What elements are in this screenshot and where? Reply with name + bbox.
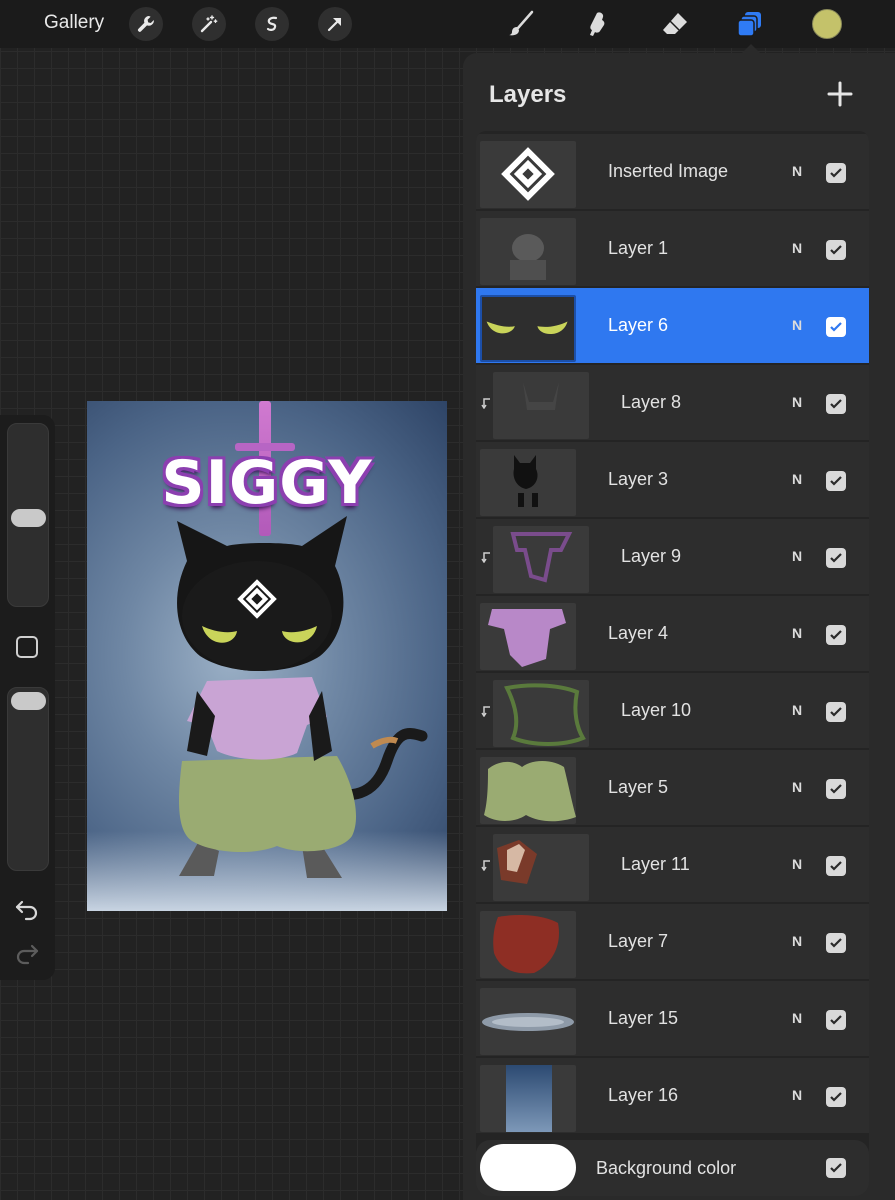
brush-size-slider-thumb[interactable] [11,509,46,527]
layer-name: Layer 9 [621,546,682,566]
blend-mode-button[interactable]: N [792,702,802,718]
layers-list: Inserted Image N Layer 1 N Layer 6 N Lay… [476,131,869,1181]
layer-name: Layer 8 [621,392,682,412]
layer-name: Layer 6 [608,315,669,335]
layer-row-layer-16[interactable]: Layer 16 N [476,1058,869,1133]
layer-row-layer-10[interactable]: Layer 10 N [476,673,869,748]
transform-arrow-icon[interactable] [318,7,352,41]
selection-icon[interactable] [255,7,289,41]
layer-thumbnail [480,757,576,824]
layer-row-layer-7[interactable]: Layer 7 N [476,904,869,979]
clipping-mask-icon [481,550,491,564]
background-color-swatch[interactable] [480,1144,576,1191]
visibility-checkbox[interactable] [826,317,846,337]
blend-mode-button[interactable]: N [792,240,802,256]
layer-row-layer-15[interactable]: Layer 15 N [476,981,869,1056]
layer-name: Layer 4 [608,623,669,643]
brush-icon[interactable] [504,7,538,41]
gallery-button[interactable]: Gallery [44,12,104,34]
layer-thumbnail [493,372,589,439]
brush-size-slider[interactable] [7,423,49,607]
blend-mode-button[interactable]: N [792,394,802,410]
visibility-checkbox[interactable] [826,856,846,876]
layer-thumbnail [480,449,576,516]
layer-thumbnail [480,911,576,978]
layer-row-layer-11[interactable]: Layer 11 N [476,827,869,902]
color-picker-button[interactable] [812,9,842,39]
modify-square-button[interactable] [16,636,38,658]
cat-character-illustration [177,516,428,878]
undo-icon[interactable] [14,895,40,921]
visibility-checkbox[interactable] [826,1010,846,1030]
clipping-mask-icon [481,704,491,718]
redo-icon[interactable] [14,939,40,965]
layer-thumbnail [480,218,576,285]
layer-row-layer-8[interactable]: Layer 8 N [476,365,869,440]
blend-mode-button[interactable]: N [792,625,802,641]
layers-panel: Layers Inserted Image N Layer 1 N Layer … [463,53,895,1200]
layer-name: Layer 11 [621,854,690,874]
opacity-slider-thumb[interactable] [11,692,46,710]
layer-thumbnail [493,680,589,747]
layer-row-layer-9[interactable]: Layer 9 N [476,519,869,594]
layer-thumbnail [480,988,576,1055]
background-visibility-checkbox[interactable] [826,1158,846,1178]
opacity-slider[interactable] [7,687,49,871]
plus-icon[interactable] [825,79,855,109]
layer-name: Layer 16 [608,1085,679,1105]
blend-mode-button[interactable]: N [792,1087,802,1103]
clipping-mask-icon [481,858,491,872]
artwork-canvas[interactable]: SIGGY [87,401,447,911]
layer-thumbnail [493,526,589,593]
layer-name: Layer 7 [608,931,669,951]
visibility-checkbox[interactable] [826,548,846,568]
blend-mode-button[interactable]: N [792,163,802,179]
layer-name: Layer 10 [621,700,692,720]
layer-thumbnail [480,603,576,670]
layer-row-layer-6[interactable]: Layer 6 N [476,288,869,363]
layers-panel-title: Layers [489,81,567,108]
visibility-checkbox[interactable] [826,240,846,260]
layer-name: Inserted Image [608,161,729,181]
background-color-label: Background color [596,1158,737,1178]
top-toolbar: Gallery [0,0,895,48]
wrench-icon[interactable] [129,7,163,41]
eraser-icon[interactable] [658,7,692,41]
layer-row-inserted-image[interactable]: Inserted Image N [476,134,869,209]
magic-wand-icon[interactable] [192,7,226,41]
visibility-checkbox[interactable] [826,702,846,722]
layer-name: Layer 15 [608,1008,679,1028]
blend-mode-button[interactable]: N [792,856,802,872]
visibility-checkbox[interactable] [826,471,846,491]
left-sidebar [0,415,55,980]
blend-mode-button[interactable]: N [792,317,802,333]
layer-name: Layer 1 [608,238,669,258]
layer-row-layer-4[interactable]: Layer 4 N [476,596,869,671]
blend-mode-button[interactable]: N [792,471,802,487]
layer-thumbnail [480,141,576,208]
visibility-checkbox[interactable] [826,163,846,183]
visibility-checkbox[interactable] [826,933,846,953]
visibility-checkbox[interactable] [826,1087,846,1107]
layer-row-layer-3[interactable]: Layer 3 N [476,442,869,517]
blend-mode-button[interactable]: N [792,933,802,949]
visibility-checkbox[interactable] [826,779,846,799]
layer-name: Layer 3 [608,469,669,489]
blend-mode-button[interactable]: N [792,779,802,795]
blend-mode-button[interactable]: N [792,548,802,564]
layers-icon[interactable] [733,7,767,41]
layer-thumbnail [480,295,576,362]
layer-name: Layer 5 [608,777,669,797]
visibility-checkbox[interactable] [826,394,846,414]
layer-thumbnail [493,834,589,901]
background-color-row[interactable]: Background color [476,1140,869,1196]
layer-row-layer-1[interactable]: Layer 1 N [476,211,869,286]
clipping-mask-icon [481,396,491,410]
visibility-checkbox[interactable] [826,625,846,645]
smudge-icon[interactable] [581,7,615,41]
layer-thumbnail [480,1065,576,1132]
blend-mode-button[interactable]: N [792,1010,802,1026]
layer-row-layer-5[interactable]: Layer 5 N [476,750,869,825]
